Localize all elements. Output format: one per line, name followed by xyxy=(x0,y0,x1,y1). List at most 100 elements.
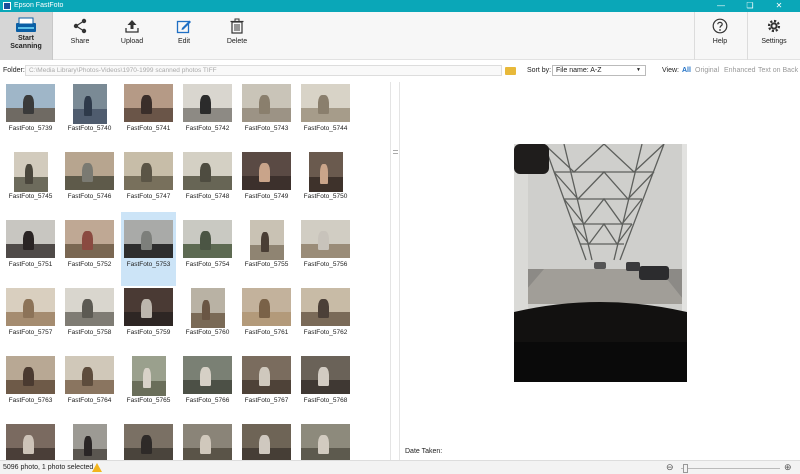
photo-caption: FastFoto_5741 xyxy=(126,125,171,132)
photo-image xyxy=(6,84,55,122)
help-label: Help xyxy=(712,38,728,45)
view-all-link[interactable]: All xyxy=(682,67,691,74)
photo-image xyxy=(124,424,173,460)
close-button[interactable]: ✕ xyxy=(765,0,793,12)
photo-thumbnail[interactable]: FastFoto_5762 xyxy=(298,286,353,353)
photo-thumbnail[interactable]: FastFoto_5741 xyxy=(121,82,176,149)
share-button[interactable]: Share xyxy=(60,12,100,60)
photo-thumbnail[interactable]: FastFoto_5766 xyxy=(180,354,235,421)
photo-image xyxy=(124,220,173,258)
photo-caption: FastFoto_5748 xyxy=(185,193,230,200)
photo-image xyxy=(183,424,232,460)
photo-caption: FastFoto_5749 xyxy=(244,193,289,200)
photo-thumbnail[interactable]: FastFoto_5739 xyxy=(3,82,58,149)
upload-button[interactable]: Upload xyxy=(112,12,152,60)
photo-thumbnail[interactable]: FastFoto_5754 xyxy=(180,218,235,285)
splitter-grip[interactable] xyxy=(393,150,398,154)
share-label: Share xyxy=(70,38,90,45)
photo-thumbnail[interactable]: FastFoto_5761 xyxy=(239,286,294,353)
photo-image xyxy=(242,84,291,122)
toolbar: Start Scanning Share Upload Edit Delete xyxy=(0,12,800,60)
photo-thumbnail[interactable]: FastFoto_5756 xyxy=(298,218,353,285)
photo-image xyxy=(131,356,166,396)
zoom-in-icon[interactable]: ⊕ xyxy=(784,462,792,473)
photo-caption: FastFoto_5759 xyxy=(126,329,171,336)
settings-label: Settings xyxy=(761,38,787,45)
photo-thumbnail[interactable]: FastFoto_5757 xyxy=(3,286,58,353)
photo-thumbnail[interactable]: FastFoto_5749 xyxy=(239,150,294,217)
sort-select[interactable]: File name: A-Z ▼ xyxy=(552,65,646,76)
filter-bar: Folder: C:\Media Library\Photos-Videos\1… xyxy=(0,64,800,78)
scanner-icon xyxy=(16,17,36,32)
photo-thumbnail[interactable]: FastFoto_5755 xyxy=(239,218,294,285)
photo-thumbnail[interactable]: FastFoto_5773 xyxy=(239,422,294,460)
view-text-on-back-link[interactable]: Text on Back xyxy=(758,67,798,74)
photo-image xyxy=(65,152,114,190)
edit-icon xyxy=(176,20,191,34)
photo-thumbnail[interactable]: FastFoto_5774 xyxy=(298,422,353,460)
photo-thumbnail[interactable]: FastFoto_5758 xyxy=(62,286,117,353)
photo-thumbnail[interactable]: FastFoto_5742 xyxy=(180,82,235,149)
folder-icon[interactable] xyxy=(505,67,516,75)
photo-grid: FastFoto_5739 FastFoto_5740 FastFoto_5741 F… xyxy=(0,82,390,460)
photo-thumbnail[interactable]: FastFoto_5765 xyxy=(121,354,176,421)
photo-thumbnail[interactable]: FastFoto_5748 xyxy=(180,150,235,217)
photo-image xyxy=(72,424,107,460)
photo-image xyxy=(242,288,291,326)
photo-thumbnail[interactable]: FastFoto_5743 xyxy=(239,82,294,149)
photo-thumbnail[interactable]: FastFoto_5763 xyxy=(3,354,58,421)
warning-icon[interactable] xyxy=(92,463,102,472)
photo-caption: FastFoto_5768 xyxy=(303,397,348,404)
photo-thumbnail[interactable]: FastFoto_5740 xyxy=(62,82,117,149)
photo-caption: FastFoto_5760 xyxy=(185,329,230,336)
photo-caption: FastFoto_5762 xyxy=(303,329,348,336)
photo-thumbnail[interactable]: FastFoto_5751 xyxy=(3,218,58,285)
photo-image xyxy=(124,152,173,190)
edit-button[interactable]: Edit xyxy=(164,12,204,60)
photo-thumbnail[interactable]: FastFoto_5747 xyxy=(121,150,176,217)
photo-caption: FastFoto_5766 xyxy=(185,397,230,404)
photo-thumbnail[interactable]: FastFoto_5768 xyxy=(298,354,353,421)
delete-label: Delete xyxy=(226,38,248,45)
photo-image xyxy=(301,356,350,394)
zoom-slider-handle[interactable] xyxy=(683,464,688,473)
photo-thumbnail[interactable]: FastFoto_5753 xyxy=(121,212,176,286)
preview-image xyxy=(514,144,687,382)
photo-thumbnail[interactable]: FastFoto_5750 xyxy=(298,150,353,217)
view-original-link[interactable]: Original xyxy=(695,67,719,74)
pane-splitter[interactable] xyxy=(390,82,400,460)
folder-path-field[interactable]: C:\Media Library\Photos-Videos\1970-1999… xyxy=(25,65,502,76)
photo-thumbnail[interactable]: FastFoto_5771 xyxy=(121,422,176,460)
photo-image xyxy=(6,356,55,394)
view-label: View: xyxy=(662,67,679,74)
photo-thumbnail[interactable]: FastFoto_5764 xyxy=(62,354,117,421)
settings-button[interactable]: Settings xyxy=(754,12,794,60)
help-button[interactable]: Help xyxy=(700,12,740,60)
photo-thumbnail[interactable]: FastFoto_5767 xyxy=(239,354,294,421)
photo-thumbnail[interactable]: FastFoto_5746 xyxy=(62,150,117,217)
photo-image xyxy=(124,84,173,122)
start-scanning-button[interactable]: Start Scanning xyxy=(0,12,53,60)
photo-thumbnail[interactable]: FastFoto_5759 xyxy=(121,286,176,353)
photo-thumbnail[interactable]: FastFoto_5752 xyxy=(62,218,117,285)
photo-thumbnail[interactable]: FastFoto_5760 xyxy=(180,286,235,353)
minimize-button[interactable]: — xyxy=(707,0,735,12)
photo-caption: FastFoto_5744 xyxy=(303,125,348,132)
title-bar: Epson FastFoto — ❏ ✕ xyxy=(0,0,800,12)
photo-thumbnail[interactable]: FastFoto_5744 xyxy=(298,82,353,149)
sort-value: File name: A-Z xyxy=(556,67,602,74)
photo-caption: FastFoto_5750 xyxy=(303,193,348,200)
photo-image xyxy=(72,84,107,124)
maximize-button[interactable]: ❏ xyxy=(736,0,764,12)
photo-thumbnail[interactable]: FastFoto_5745 xyxy=(3,150,58,217)
photo-thumbnail[interactable]: FastFoto_5769 xyxy=(3,422,58,460)
photo-image xyxy=(301,288,350,326)
delete-button[interactable]: Delete xyxy=(217,12,257,60)
photo-thumbnail[interactable]: FastFoto_5772 xyxy=(180,422,235,460)
zoom-out-icon[interactable]: ⊖ xyxy=(666,462,674,473)
view-enhanced-link[interactable]: Enhanced xyxy=(724,67,756,74)
photo-thumbnail[interactable]: FastFoto_5770 xyxy=(62,422,117,460)
photo-image xyxy=(65,356,114,394)
zoom-slider-track[interactable] xyxy=(681,468,780,469)
photo-image xyxy=(301,220,350,258)
